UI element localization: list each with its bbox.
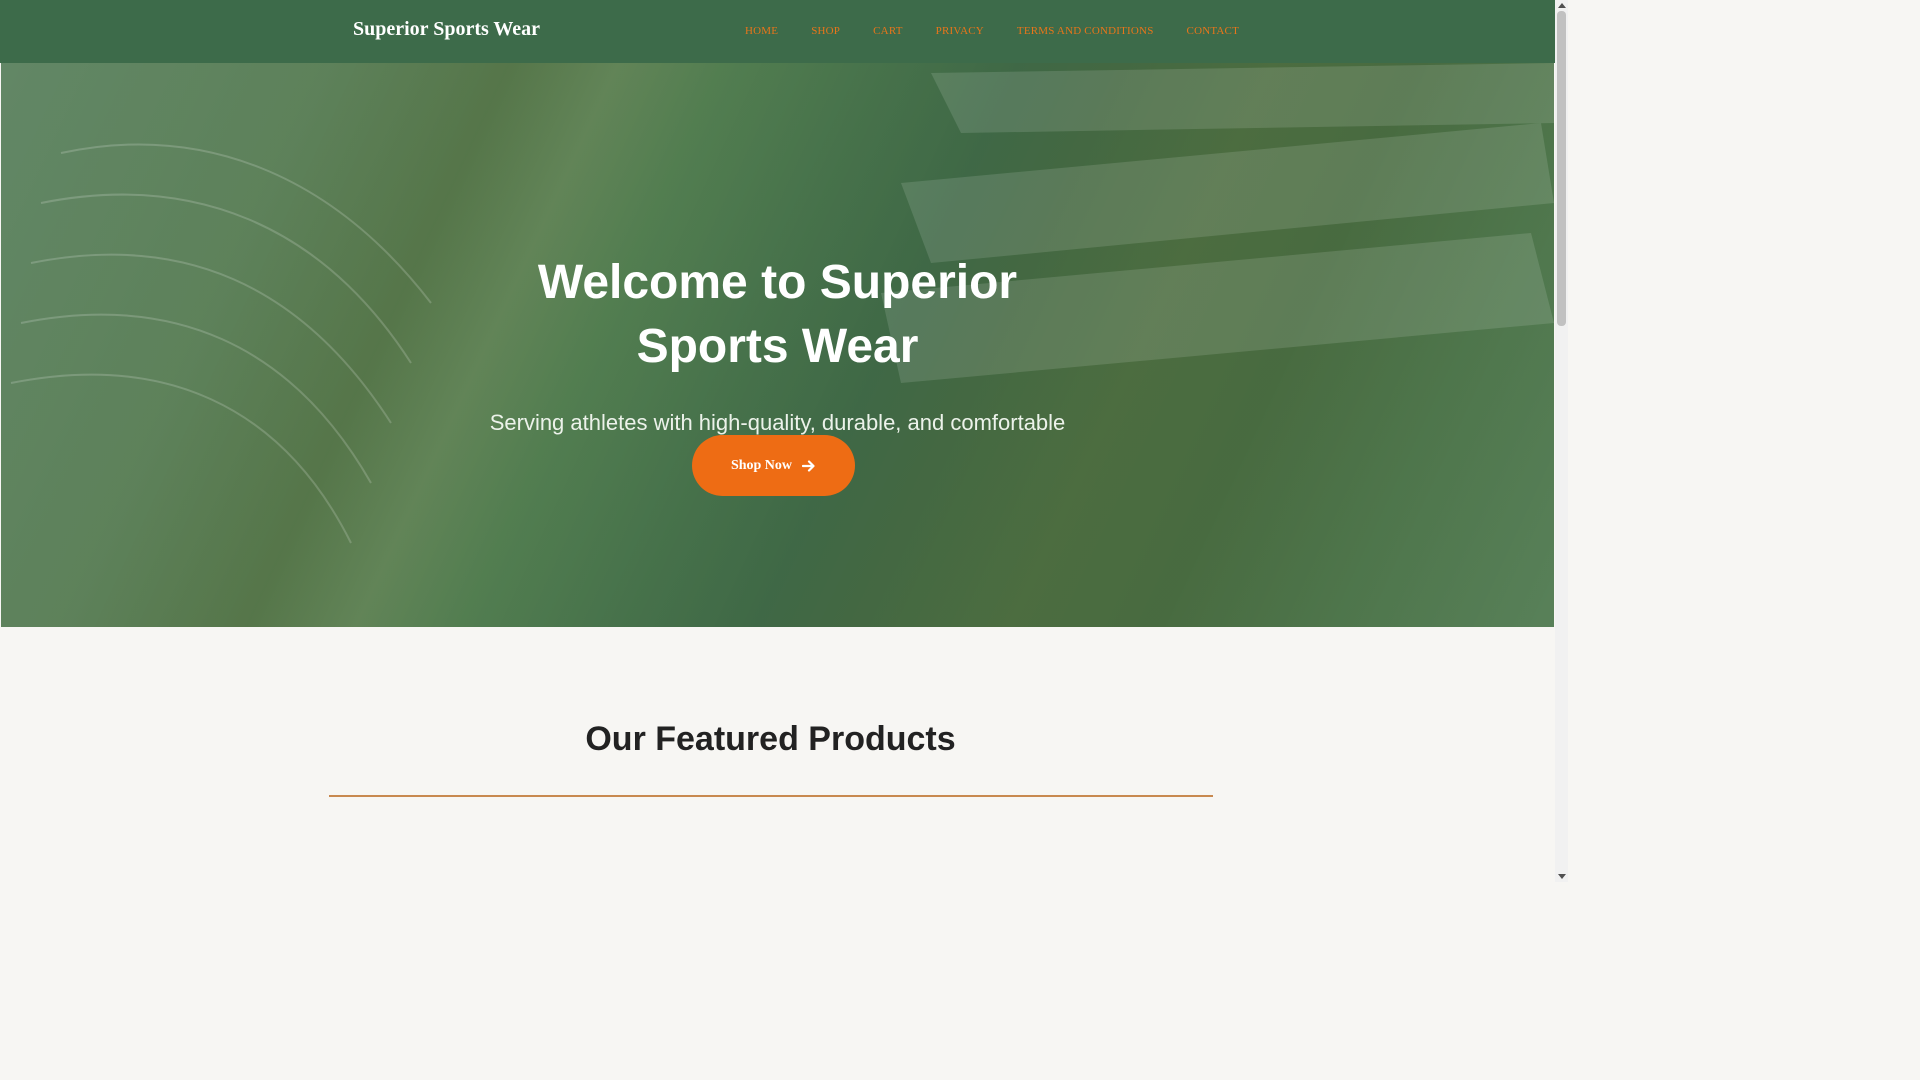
main-nav: HOME SHOP CART PRIVACY TERMS AND CONDITI… bbox=[745, 25, 1239, 37]
nav-privacy[interactable]: PRIVACY bbox=[936, 25, 984, 37]
nav-contact[interactable]: CONTACT bbox=[1187, 25, 1239, 37]
scroll-up-icon[interactable] bbox=[1558, 3, 1566, 8]
nav-cart[interactable]: CART bbox=[873, 25, 902, 37]
featured-products-heading: Our Featured Products bbox=[585, 720, 956, 758]
top-navbar: Superior Sports Wear HOME SHOP CART PRIV… bbox=[0, 0, 1555, 63]
scroll-down-icon[interactable] bbox=[1558, 874, 1566, 879]
page-scrollbar[interactable] bbox=[1555, 0, 1568, 882]
brand-logo-text[interactable]: Superior Sports Wear bbox=[353, 18, 540, 41]
nav-shop[interactable]: SHOP bbox=[811, 25, 840, 37]
section-divider bbox=[329, 795, 1213, 797]
hero-title: Welcome to Superior Sports Wear bbox=[1, 251, 1554, 379]
hero-title-line-2: Sports Wear bbox=[636, 320, 919, 373]
shop-now-label: Shop Now bbox=[730, 457, 793, 473]
arrow-right-icon bbox=[802, 459, 815, 472]
shop-now-button[interactable]: Shop Now bbox=[692, 435, 855, 496]
nav-home[interactable]: HOME bbox=[745, 25, 778, 37]
hero-title-line-1: Welcome to Superior bbox=[537, 256, 1018, 309]
nav-terms[interactable]: TERMS AND CONDITIONS bbox=[1017, 25, 1154, 37]
hero-banner: Welcome to Superior Sports Wear Serving … bbox=[1, 63, 1554, 627]
scrollbar-thumb[interactable] bbox=[1557, 11, 1566, 326]
